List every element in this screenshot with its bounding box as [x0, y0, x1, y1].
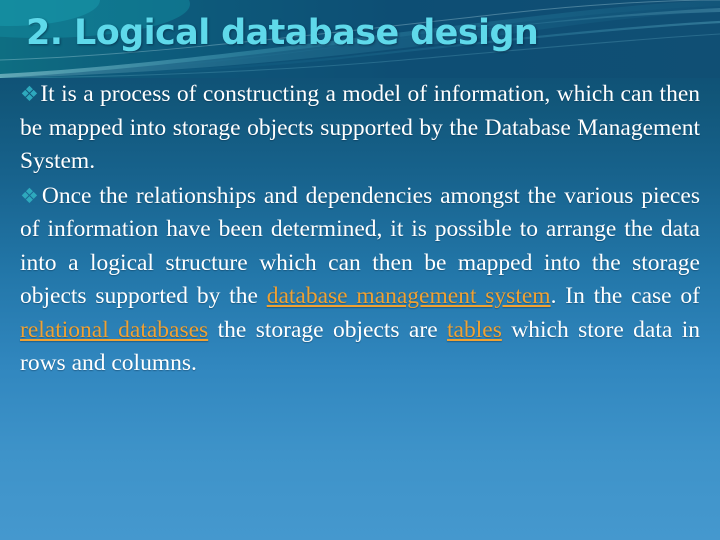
hyperlink-database-management-system[interactable]: database management system: [267, 283, 551, 309]
bullet-paragraph-2: ❖Once the relationships and dependencies…: [20, 180, 700, 381]
paragraph-2-run-3: . In the case of: [550, 283, 706, 309]
bullet-paragraph-1: ❖It is a process of constructing a model…: [20, 78, 700, 179]
hyperlink-relational-databases[interactable]: relational databases: [20, 317, 208, 343]
slide-body: ❖It is a process of constructing a model…: [20, 78, 700, 528]
page-title: 2. Logical database design: [26, 13, 539, 53]
hyperlink-tables[interactable]: tables: [447, 317, 502, 343]
paragraph-1-text: It is a process of constructing a model …: [20, 81, 706, 174]
paragraph-2-run-5: the storage objects are: [208, 316, 448, 343]
bullet-marker-icon: ❖: [20, 82, 40, 106]
presentation-slide: 2. Logical database design ❖It is a proc…: [0, 0, 720, 540]
bullet-marker-icon: ❖: [20, 183, 41, 208]
